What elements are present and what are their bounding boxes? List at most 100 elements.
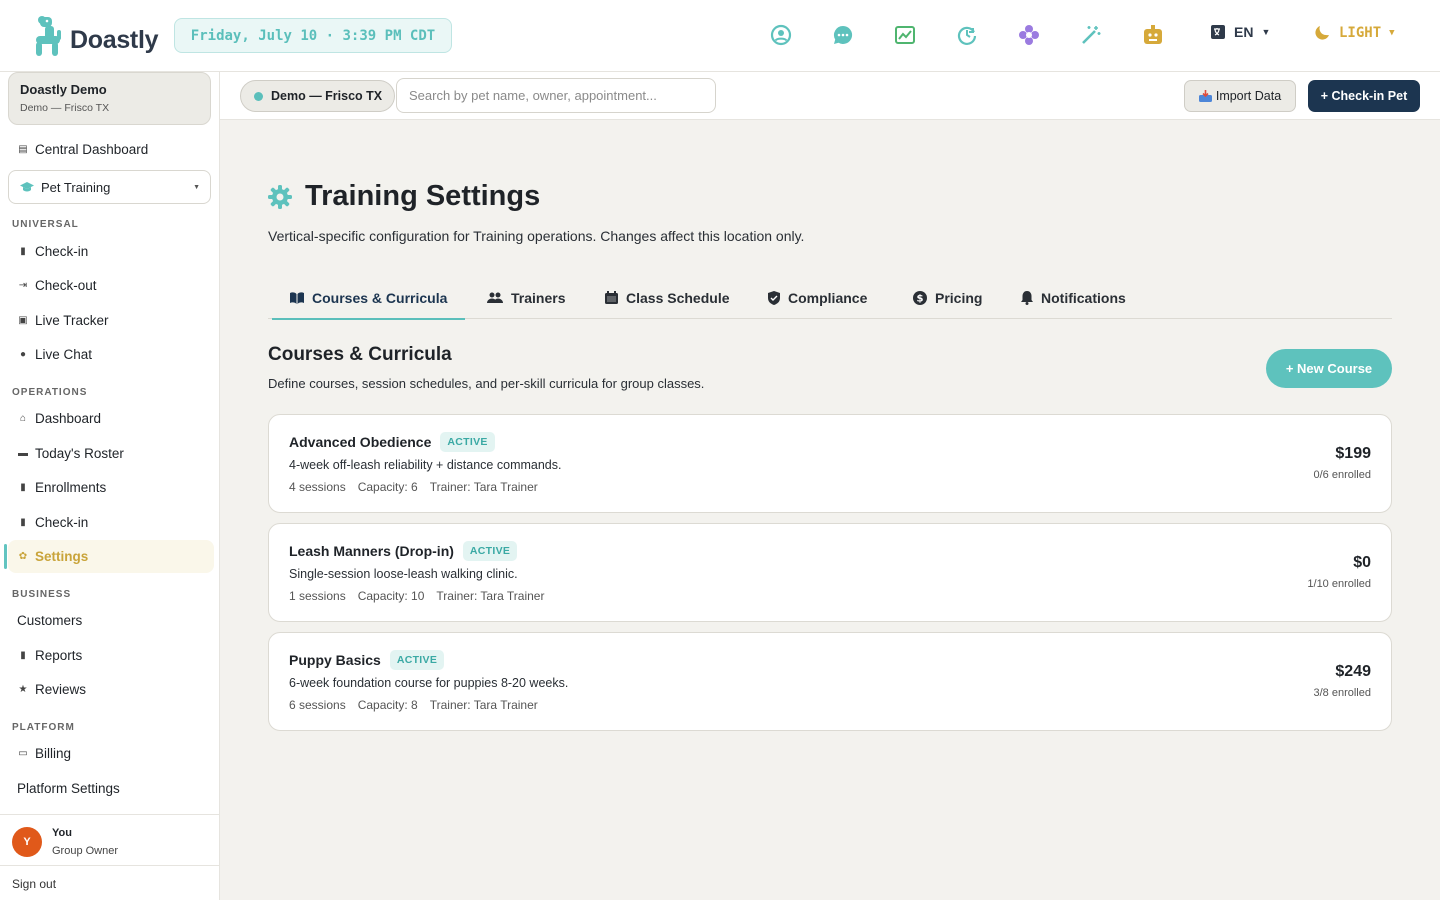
sidebar-item-live-chat[interactable]: ● Live Chat — [8, 338, 214, 371]
course-price: $249 — [1335, 663, 1371, 680]
sidebar-item-label: Check-in — [35, 244, 89, 259]
sidebar-item-label: Reviews — [35, 682, 87, 697]
sidebar-item-billing[interactable]: ▭ Billing — [8, 737, 214, 770]
chat-icon[interactable] — [832, 22, 854, 48]
theme-toggle[interactable]: LIGHT ▼ — [1314, 24, 1395, 41]
sidebar-item-label: Customers — [17, 613, 83, 628]
chart-icon[interactable] — [894, 22, 916, 48]
course-card[interactable]: Leash Manners (Drop-in) ACTIVE Single-se… — [268, 523, 1392, 622]
svg-text:$: $ — [917, 293, 924, 304]
location-pill[interactable]: Demo — Frisco TX — [240, 80, 396, 112]
sidebar-item-reports[interactable]: ▮ Reports — [8, 639, 214, 672]
settings-tabs: Courses & Curricula Trainers Class Sched… — [268, 276, 1392, 320]
location-label: Demo — Frisco TX — [271, 89, 383, 103]
tab-pricing[interactable]: $ Pricing — [913, 276, 982, 319]
search-input[interactable] — [396, 78, 716, 113]
sidebar-item-check-in[interactable]: ▮ Check-in — [8, 235, 214, 268]
brand-logo[interactable]: Doastly — [30, 14, 159, 58]
sidebar-item-check-out[interactable]: ⇥ Check-out — [8, 269, 214, 302]
sidebar-item-label: Today's Roster — [35, 446, 124, 461]
language-select[interactable]: EN ▼ — [1210, 24, 1270, 40]
course-enrolled: 3/8 enrolled — [1313, 687, 1372, 699]
course-trainer: Trainer: Tara Trainer — [429, 480, 538, 494]
sidebar-item-settings[interactable]: ✿ Settings — [4, 540, 214, 573]
tab-notifications[interactable]: Notifications — [1021, 276, 1126, 319]
page-header: Training Settings — [268, 180, 540, 213]
sidebar-item-label: Platform Settings — [17, 781, 120, 796]
course-header: Puppy Basics ACTIVE — [289, 650, 445, 670]
flower-icon[interactable] — [1018, 22, 1040, 48]
top-bar: Doastly Friday, July 10 · 3:39 PM CDT EN… — [0, 0, 1440, 72]
sidebar-item-dashboard[interactable]: ⌂ Dashboard — [8, 402, 214, 435]
tab-courses-curricula[interactable]: Courses & Curricula — [271, 276, 466, 320]
course-sessions: 1 sessions — [289, 589, 346, 603]
course-description: Single-session loose-leash walking clini… — [289, 567, 518, 581]
clipboard-icon: ▮ — [20, 650, 26, 661]
sidebar-item-label: Enrollments — [35, 480, 107, 495]
tab-class-schedule[interactable]: Class Schedule — [605, 276, 730, 319]
sidebar-item-enrollments[interactable]: ▮ Enrollments — [8, 471, 214, 504]
tab-label: Trainers — [511, 289, 566, 306]
page-description: Vertical-specific configuration for Trai… — [268, 228, 805, 244]
course-enrolled: 1/10 enrolled — [1307, 578, 1371, 590]
graduation-cap-icon: ⌂ — [19, 413, 27, 424]
inbox-icon — [1198, 90, 1212, 102]
section-label-operations: OPERATIONS — [12, 387, 88, 398]
course-name: Leash Manners (Drop-in) — [289, 543, 454, 559]
section-label-business: BUSINESS — [12, 589, 72, 600]
sidebar-item-reviews[interactable]: ★ Reviews — [8, 673, 214, 706]
calendar-icon — [605, 291, 618, 304]
page-title: Training Settings — [305, 180, 541, 212]
magic-wand-icon[interactable] — [1080, 22, 1102, 48]
course-price: $199 — [1335, 445, 1371, 462]
sidebar-item-label: Billing — [35, 746, 72, 761]
import-data-label: Import Data — [1215, 89, 1282, 103]
main-content: Training Settings Vertical-specific conf… — [220, 120, 1440, 900]
exit-icon: ⇥ — [18, 280, 28, 291]
status-badge: ACTIVE — [462, 541, 518, 561]
org-switcher[interactable]: Doastly Demo Demo — Frisco TX — [8, 72, 211, 125]
avatar[interactable]: Y — [12, 827, 42, 857]
course-name: Advanced Obedience — [289, 434, 432, 450]
toolbar: Demo — Frisco TX Import Data + Check-in … — [220, 72, 1440, 120]
section-label-universal: UNIVERSAL — [12, 219, 79, 230]
sidebar-item-central-dashboard[interactable]: ▤ Central Dashboard — [8, 133, 214, 166]
bell-icon — [1021, 290, 1033, 305]
course-meta: 1 sessions Capacity: 10 Trainer: Tara Tr… — [289, 589, 544, 603]
chat-bubble-icon: ● — [19, 349, 27, 360]
credit-card-icon: ▭ — [18, 748, 28, 759]
course-name: Puppy Basics — [289, 652, 381, 668]
sidebar-item-live-tracker[interactable]: ▣ Live Tracker — [8, 304, 214, 337]
theme-label: LIGHT — [1339, 24, 1382, 41]
sidebar-item-check-in-ops[interactable]: ▮ Check-in — [8, 506, 214, 539]
robot-icon[interactable] — [1142, 22, 1164, 48]
sidebar: Doastly Demo Demo — Frisco TX ▤ Central … — [0, 72, 220, 900]
sidebar-item-customers[interactable]: Customers — [8, 604, 214, 637]
moon-icon — [1315, 26, 1329, 40]
course-card[interactable]: Advanced Obedience ACTIVE 4-week off-lea… — [268, 414, 1392, 513]
account-icon[interactable] — [770, 22, 792, 48]
clock-icon[interactable] — [956, 22, 978, 48]
sidebar-item-label: Live Tracker — [35, 313, 109, 328]
org-location: Demo — Frisco TX — [20, 102, 110, 114]
vertical-select[interactable]: Pet Training ▼ — [8, 170, 211, 204]
course-capacity: Capacity: 8 — [357, 698, 418, 712]
monitor-icon: ▣ — [18, 315, 28, 326]
sidebar-item-todays-roster[interactable]: ▬ Today's Roster — [8, 437, 214, 470]
user-name: You — [52, 827, 72, 839]
tab-trainers[interactable]: Trainers — [487, 276, 565, 319]
sidebar-item-label: Reports — [35, 648, 83, 663]
check-in-pet-button[interactable]: + Check-in Pet — [1308, 80, 1420, 112]
top-icon-bar — [770, 22, 1164, 48]
section-label-platform: PLATFORM — [12, 722, 75, 733]
new-course-button[interactable]: + New Course — [1266, 349, 1392, 388]
sidebar-item-label: Check-out — [35, 278, 97, 293]
chevron-down-icon: ▼ — [1389, 27, 1395, 38]
tab-compliance[interactable]: Compliance — [768, 276, 867, 319]
vertical-label: Pet Training — [41, 179, 111, 195]
sidebar-item-platform-settings[interactable]: Platform Settings — [8, 772, 214, 805]
tab-label: Class Schedule — [626, 289, 730, 306]
course-card[interactable]: Puppy Basics ACTIVE 6-week foundation co… — [268, 632, 1392, 731]
sign-out-link[interactable]: Sign out — [0, 865, 219, 900]
import-data-button[interactable]: Import Data — [1184, 80, 1296, 112]
